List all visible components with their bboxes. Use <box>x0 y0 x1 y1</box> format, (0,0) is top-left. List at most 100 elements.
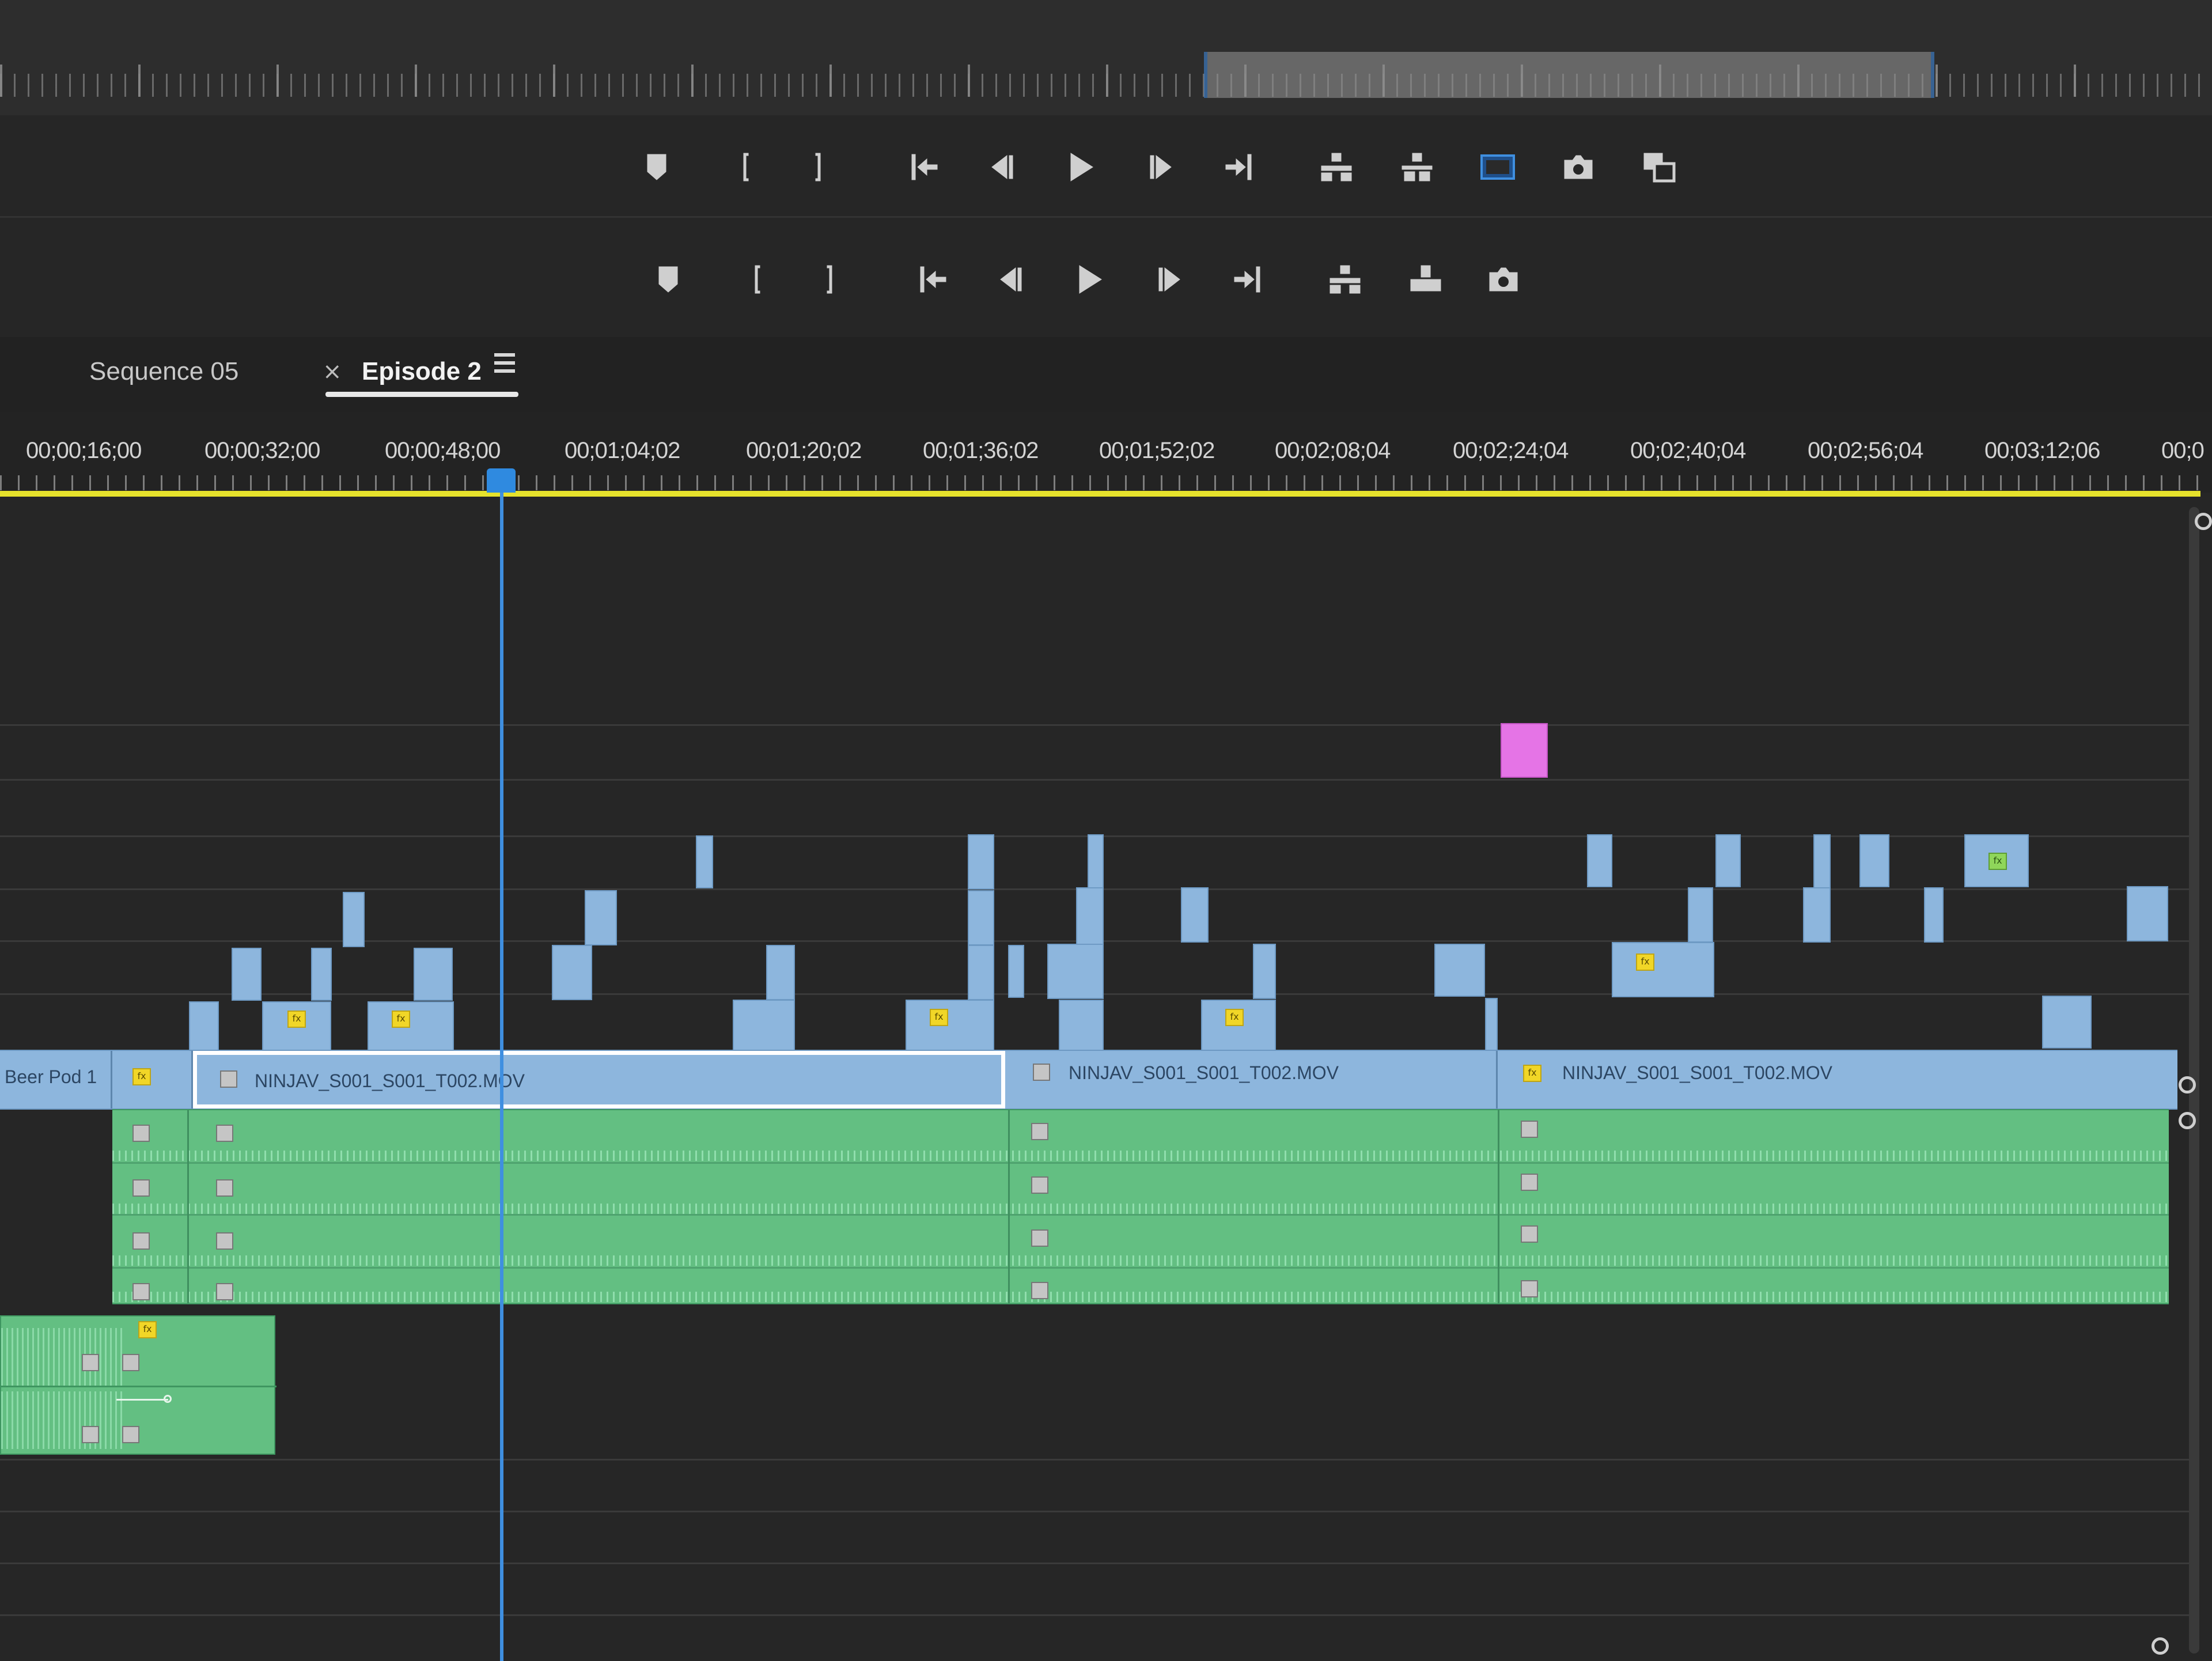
step-forward-icon[interactable] <box>1141 251 1198 308</box>
scroll-handle[interactable] <box>2195 513 2212 530</box>
in-out-range[interactable] <box>1204 52 1934 98</box>
add-marker-icon[interactable] <box>628 138 685 196</box>
keyframe-handle[interactable] <box>164 1395 172 1403</box>
scroll-handle[interactable] <box>2179 1076 2196 1094</box>
video-clip[interactable]: fx <box>1201 1000 1276 1053</box>
go-to-out-icon[interactable] <box>1218 251 1276 308</box>
video-clip[interactable] <box>2127 886 2168 941</box>
monitor-time-ruler[interactable] <box>0 0 2212 117</box>
step-back-icon[interactable] <box>982 251 1040 308</box>
fx-badge[interactable]: fx <box>132 1068 151 1085</box>
video-clip[interactable] <box>232 948 262 1001</box>
overwrite-icon[interactable] <box>1397 251 1455 308</box>
video-clip[interactable]: fx <box>1964 834 2029 887</box>
multi-camera-icon[interactable] <box>1630 138 1688 196</box>
video-clip[interactable] <box>1047 944 1104 999</box>
mark-out-icon[interactable] <box>801 251 858 308</box>
scroll-handle[interactable] <box>2179 1112 2196 1129</box>
video-clip[interactable]: fx <box>112 1051 193 1108</box>
video-clip[interactable] <box>311 948 332 1001</box>
work-area-bar[interactable] <box>0 491 2200 497</box>
video-clip[interactable] <box>1088 834 1104 890</box>
video-clip[interactable] <box>1059 1000 1104 1053</box>
mark-in-icon[interactable] <box>717 138 775 196</box>
go-to-in-icon[interactable] <box>904 251 962 308</box>
video-clip[interactable] <box>968 890 994 945</box>
step-forward-icon[interactable] <box>1132 138 1190 196</box>
video-clip[interactable] <box>1434 944 1485 997</box>
video-clip[interactable] <box>968 834 994 890</box>
audio-waveform <box>112 1255 2169 1266</box>
video-clip[interactable]: fx <box>906 1000 994 1053</box>
video-clip[interactable] <box>414 948 453 1001</box>
playhead-line[interactable] <box>500 493 503 1661</box>
video-clip[interactable] <box>2042 996 2092 1049</box>
close-tab-icon[interactable]: × <box>323 351 342 392</box>
timeline-time-ruler[interactable]: 00;00;16;00 00;00;32;00 00;00;48;00 00;0… <box>0 412 2212 493</box>
video-clip[interactable]: Beer Pod 1 <box>0 1051 112 1108</box>
clip-link-icon <box>122 1426 139 1443</box>
audio-clip-music[interactable]: fx <box>0 1315 276 1455</box>
play-icon[interactable] <box>1060 251 1118 308</box>
playhead-handle[interactable] <box>487 468 516 493</box>
fx-badge[interactable]: fx <box>1523 1065 1541 1082</box>
title-clip[interactable] <box>1501 723 1548 778</box>
fx-badge[interactable]: fx <box>1225 1009 1244 1026</box>
video-clip[interactable] <box>1803 887 1831 943</box>
video-clip[interactable] <box>1924 887 1944 943</box>
video-clip[interactable] <box>1076 887 1104 947</box>
extract-icon[interactable] <box>1388 138 1446 196</box>
video-clip[interactable]: fx NINJAV_S001_S001_T002.MOV <box>1498 1051 2177 1108</box>
scroll-handle[interactable] <box>2152 1637 2169 1655</box>
tab-episode-2[interactable]: Episode 2 <box>362 351 482 392</box>
clip-link-icon <box>132 1125 150 1142</box>
comparison-view-icon[interactable] <box>1469 138 1527 196</box>
video-clip[interactable] <box>968 945 994 1000</box>
video-clip-selected[interactable]: NINJAV_S001_S001_T002.MOV <box>193 1051 1005 1108</box>
video-clip[interactable] <box>1587 834 1612 887</box>
video-clip[interactable] <box>1181 887 1209 943</box>
video-clip[interactable] <box>1253 944 1276 999</box>
go-to-out-icon[interactable] <box>1210 138 1267 196</box>
video-clip[interactable] <box>552 945 592 1000</box>
video-clip[interactable] <box>1008 945 1024 998</box>
video-clip[interactable] <box>1688 887 1713 943</box>
video-clip[interactable]: fx <box>368 1001 454 1053</box>
video-clip[interactable]: fx <box>1612 942 1714 997</box>
video-clip[interactable] <box>696 835 713 888</box>
volume-rubber-band[interactable] <box>116 1399 168 1401</box>
video-clip[interactable] <box>766 945 795 1000</box>
video-clip[interactable] <box>585 890 617 945</box>
timecode-label: 00;01;52;02 <box>1099 438 1215 463</box>
video-clip[interactable] <box>1485 998 1498 1051</box>
fx-badge[interactable]: fx <box>1636 954 1654 971</box>
fx-badge[interactable]: fx <box>1988 853 2007 870</box>
fx-badge[interactable]: fx <box>138 1321 157 1338</box>
clip-link-icon <box>220 1070 237 1088</box>
fx-badge[interactable]: fx <box>392 1011 410 1028</box>
video-clip[interactable]: fx <box>262 1001 331 1053</box>
step-back-icon[interactable] <box>974 138 1031 196</box>
tab-sequence-05[interactable]: Sequence 05 <box>89 351 238 392</box>
lift-icon[interactable] <box>1308 138 1365 196</box>
export-frame-icon[interactable] <box>1550 138 1607 196</box>
video-clip[interactable] <box>1859 834 1889 887</box>
panel-menu-icon[interactable] <box>494 353 515 376</box>
audio-clips-a1-a4[interactable] <box>112 1109 2169 1304</box>
fx-badge[interactable]: fx <box>287 1011 306 1028</box>
video-clip[interactable]: NINJAV_S001_S001_T002.MOV <box>1005 1051 1498 1108</box>
play-icon[interactable] <box>1051 138 1109 196</box>
timecode-label: 00;01;36;02 <box>923 438 1039 463</box>
export-frame-icon[interactable] <box>1475 251 1532 308</box>
mark-in-icon[interactable] <box>729 251 786 308</box>
video-clip[interactable] <box>1715 834 1741 887</box>
insert-icon[interactable] <box>1316 251 1374 308</box>
go-to-in-icon[interactable] <box>896 138 953 196</box>
video-clip[interactable] <box>733 1000 795 1053</box>
fx-badge[interactable]: fx <box>930 1009 948 1026</box>
mark-out-icon[interactable] <box>789 138 847 196</box>
video-clip[interactable] <box>1813 834 1831 890</box>
video-clip[interactable] <box>189 1001 219 1053</box>
video-clip[interactable] <box>343 892 365 947</box>
add-marker-icon[interactable] <box>639 251 697 308</box>
